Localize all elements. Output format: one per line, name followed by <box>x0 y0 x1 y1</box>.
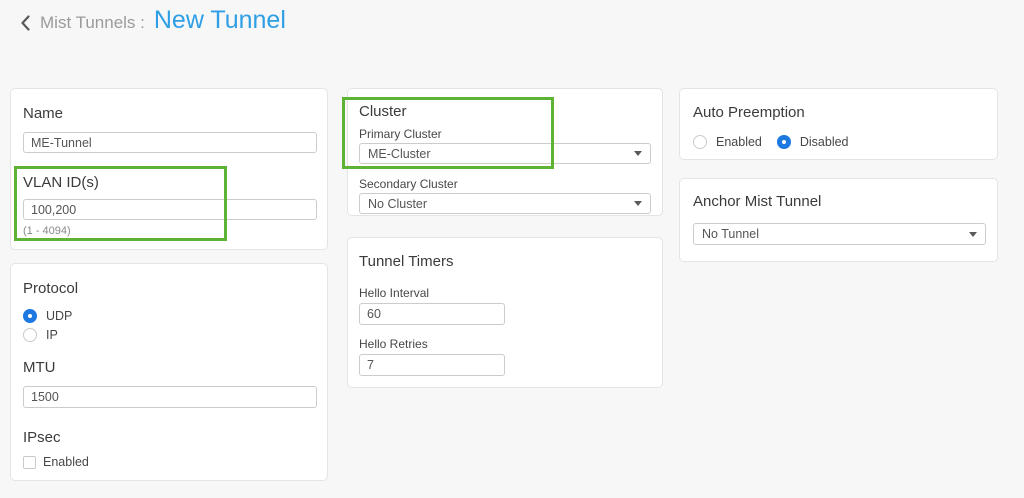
preemption-radio-disabled[interactable]: Disabled <box>777 135 849 149</box>
secondary-cluster-label: Secondary Cluster <box>359 177 651 192</box>
protocol-radio-udp[interactable]: UDP <box>23 309 315 323</box>
hello-retries-label: Hello Retries <box>359 337 651 352</box>
auto-preemption-card: Auto Preemption Enabled Disabled <box>679 88 998 160</box>
page-header: Mist Tunnels : New Tunnel <box>20 6 286 35</box>
checkbox-unchecked-icon[interactable] <box>23 456 36 469</box>
protocol-card: Protocol UDP IP MTU IPsec Enabled <box>10 263 328 481</box>
radio-selected-icon[interactable] <box>777 135 791 149</box>
mtu-input[interactable] <box>23 386 317 408</box>
anchor-tunnel-value: No Tunnel <box>702 227 759 241</box>
chevron-down-icon <box>634 201 642 206</box>
anchor-heading: Anchor Mist Tunnel <box>693 192 984 212</box>
chevron-down-icon <box>634 151 642 156</box>
hello-interval-input[interactable] <box>359 303 505 325</box>
chevron-down-icon <box>969 232 977 237</box>
protocol-radio-ip[interactable]: IP <box>23 328 315 342</box>
back-chevron-icon[interactable] <box>20 15 31 31</box>
vlan-highlight-box <box>14 166 227 241</box>
breadcrumb[interactable]: Mist Tunnels : <box>40 13 145 33</box>
protocol-udp-label[interactable]: UDP <box>46 309 72 323</box>
name-label: Name <box>23 104 315 124</box>
auto-preemption-heading: Auto Preemption <box>693 103 984 123</box>
secondary-cluster-select[interactable]: No Cluster <box>359 193 651 214</box>
mtu-label: MTU <box>23 358 315 378</box>
hello-interval-label: Hello Interval <box>359 286 651 301</box>
preemption-disabled-label[interactable]: Disabled <box>800 135 849 149</box>
radio-selected-icon[interactable] <box>23 309 37 323</box>
name-input[interactable] <box>23 132 317 153</box>
protocol-heading: Protocol <box>23 279 315 299</box>
ipsec-enabled-row[interactable]: Enabled <box>23 455 315 469</box>
anchor-tunnel-select[interactable]: No Tunnel <box>693 223 986 245</box>
secondary-cluster-value: No Cluster <box>368 197 427 211</box>
hello-retries-input[interactable] <box>359 354 505 376</box>
radio-unselected-icon[interactable] <box>23 328 37 342</box>
preemption-radio-enabled[interactable]: Enabled <box>693 135 762 149</box>
page-title: New Tunnel <box>154 6 286 35</box>
cluster-highlight-box <box>342 97 554 169</box>
tunnel-timers-heading: Tunnel Timers <box>359 252 651 272</box>
preemption-enabled-label[interactable]: Enabled <box>716 135 762 149</box>
ipsec-enabled-label[interactable]: Enabled <box>43 455 89 469</box>
ipsec-label: IPsec <box>23 428 315 448</box>
anchor-mist-tunnel-card: Anchor Mist Tunnel No Tunnel <box>679 178 998 262</box>
radio-unselected-icon[interactable] <box>693 135 707 149</box>
tunnel-timers-card: Tunnel Timers Hello Interval Hello Retri… <box>347 237 663 388</box>
protocol-ip-label[interactable]: IP <box>46 328 58 342</box>
